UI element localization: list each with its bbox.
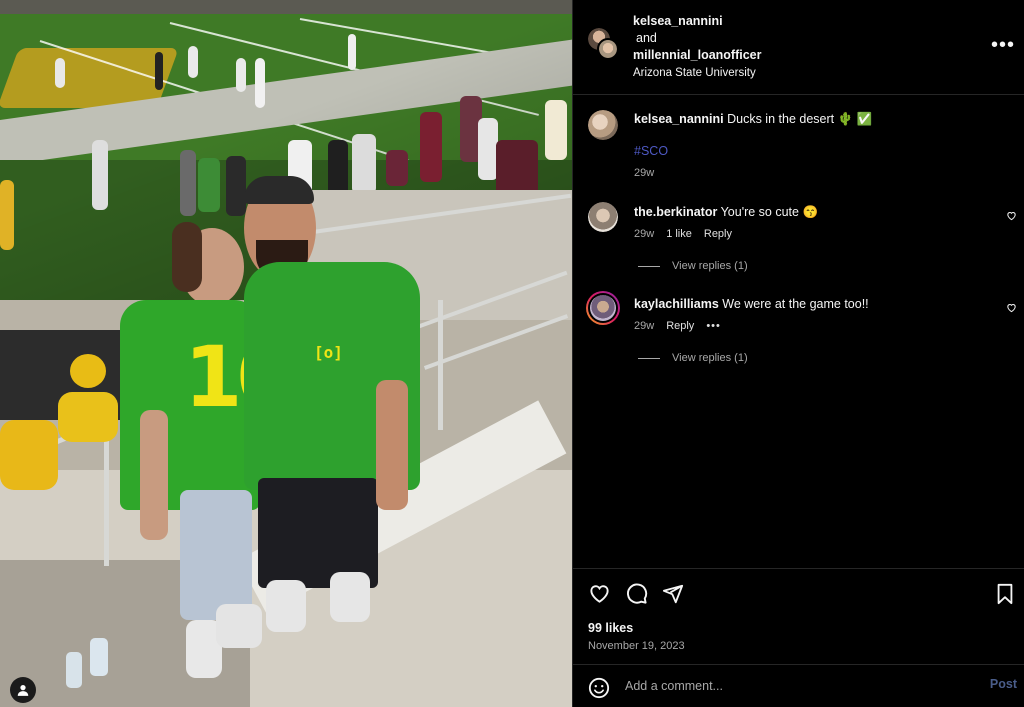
like-comment-heart-icon[interactable]	[1006, 302, 1017, 313]
sideline-person	[0, 180, 14, 250]
avatar[interactable]	[588, 110, 618, 140]
man-arm	[376, 380, 408, 510]
sideline-person	[545, 100, 567, 160]
woman-hair	[172, 222, 202, 292]
player-figure	[348, 34, 356, 70]
fan-figure	[58, 392, 118, 442]
comment-time[interactable]: 29w	[634, 228, 654, 240]
post-comment-button[interactable]: Post	[990, 677, 1017, 691]
sideline-person	[198, 158, 220, 212]
comment-username[interactable]: kaylachilliams	[634, 297, 719, 311]
reply-button[interactable]: Reply	[666, 320, 694, 332]
avatar-story-ring[interactable]	[586, 291, 620, 325]
comment-composer: Post	[573, 664, 1024, 707]
coauthor-username[interactable]: millennial_loanofficer	[633, 47, 762, 64]
reply-button[interactable]: Reply	[704, 228, 732, 240]
player-figure	[55, 58, 65, 88]
comment-username[interactable]: the.berkinator	[634, 205, 717, 219]
referee-figure	[155, 52, 163, 90]
player-figure	[255, 58, 265, 108]
like-heart-icon[interactable]	[588, 582, 611, 605]
post-header: kelsea_nannini and millennial_loanoffice…	[573, 0, 1024, 95]
hoodie-logo: [o]	[314, 343, 343, 362]
sideline-person	[180, 150, 196, 216]
water-bottle	[66, 652, 82, 688]
comment-item: kaylachilliams We were at the game too!!…	[573, 291, 1024, 371]
comment-options-icon[interactable]: •••	[706, 320, 721, 332]
man-shoe	[330, 572, 370, 622]
fan-figure	[0, 420, 58, 490]
sideline-person	[420, 112, 442, 182]
caption: kelsea_nannini Ducks in the desert 🌵 ✅ #…	[573, 108, 1024, 188]
sideline-person	[478, 118, 498, 180]
comment-text: You're so cute	[720, 205, 799, 219]
handrail-post	[438, 300, 443, 430]
view-replies-label: View replies (1)	[672, 352, 748, 364]
player-figure	[236, 58, 246, 92]
post-actions: 99 likes November 19, 2023	[573, 568, 1024, 664]
comment-icon[interactable]	[625, 582, 648, 605]
view-replies-label: View replies (1)	[672, 260, 748, 272]
water-bottle	[90, 638, 108, 676]
woman-arm	[140, 410, 168, 540]
woman-shoe	[216, 604, 262, 648]
caption-time[interactable]: 29w	[634, 167, 654, 179]
woman-jeans	[180, 490, 252, 620]
share-send-icon[interactable]	[662, 583, 684, 605]
comment-item: the.berkinator You're so cute 😙 29w 1 li…	[573, 200, 1024, 280]
replies-divider-line	[638, 265, 660, 267]
man-shoe	[266, 580, 306, 632]
location-link[interactable]: Arizona State University	[633, 65, 762, 82]
sideline-person	[226, 156, 246, 216]
save-bookmark-icon[interactable]	[995, 583, 1015, 605]
author-username[interactable]: kelsea_nannini	[633, 13, 762, 30]
stadium-stands	[0, 0, 572, 14]
hashtag-link[interactable]: #SCO	[634, 144, 668, 158]
post-photo[interactable]: 10 [o]	[0, 0, 572, 707]
like-count[interactable]: 99 likes	[588, 621, 633, 635]
comment-input[interactable]	[625, 675, 955, 697]
like-comment-heart-icon[interactable]	[1006, 210, 1017, 221]
avatar[interactable]	[597, 38, 619, 60]
caption-emojis: 🌵 ✅	[837, 112, 873, 126]
comment-time[interactable]: 29w	[634, 320, 654, 332]
player-figure	[188, 46, 198, 78]
sideline-person	[92, 140, 108, 210]
author-joiner: and	[636, 31, 657, 45]
comment-emoji: 😙	[802, 205, 819, 219]
user-icon	[17, 685, 29, 696]
emoji-picker-icon[interactable]	[588, 677, 610, 699]
sideline-person	[352, 134, 376, 194]
view-replies-button[interactable]: View replies (1)	[638, 260, 748, 272]
view-replies-button[interactable]: View replies (1)	[638, 352, 748, 364]
post-date: November 19, 2023	[588, 640, 685, 652]
more-options-icon[interactable]: •••	[991, 34, 1015, 57]
man-cap	[244, 176, 314, 204]
fan-hat	[70, 354, 106, 388]
caption-username[interactable]: kelsea_nannini	[634, 112, 724, 126]
replies-divider-line	[638, 357, 660, 359]
post-detail-panel: kelsea_nannini and millennial_loanoffice…	[572, 0, 1024, 707]
avatar[interactable]	[588, 202, 618, 232]
sideline-person	[386, 150, 408, 186]
caption-text: Ducks in the desert	[727, 112, 835, 126]
comment-likes[interactable]: 1 like	[666, 228, 692, 240]
comment-text: We were at the game too!!	[722, 297, 869, 311]
post-authors: kelsea_nannini and millennial_loanoffice…	[633, 13, 762, 82]
tagged-users-button[interactable]	[10, 677, 36, 703]
